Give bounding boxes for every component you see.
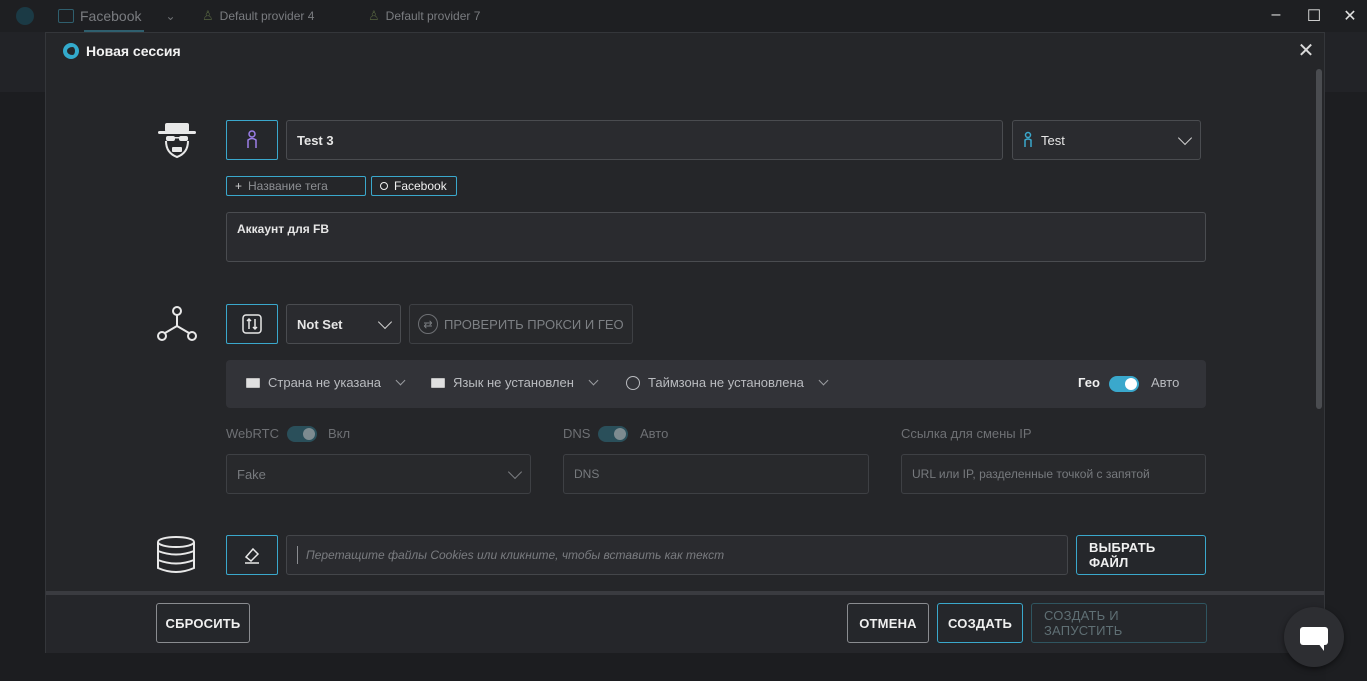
circle-icon	[380, 182, 388, 190]
ip-change-input[interactable]: URL или IP, разделенные точкой с запятой	[901, 454, 1206, 494]
dialog-logo-icon	[63, 43, 79, 59]
ip-change-placeholder: URL или IP, разделенные точкой с запятой	[912, 467, 1150, 481]
toggle-knob	[303, 428, 315, 440]
background-panel	[1326, 92, 1367, 681]
app-titlebar: Facebook ⌄ ♙ Default provider 4 ♙ Defaul…	[0, 0, 1367, 32]
scrollbar-thumb[interactable]	[1316, 69, 1322, 409]
provider-value: Test	[1041, 132, 1065, 148]
maximize-button[interactable]: ☐	[1302, 6, 1326, 26]
tab-label: Facebook	[80, 8, 142, 24]
chevron-down-icon	[395, 375, 406, 386]
add-tag-input[interactable]: + Название тега	[226, 176, 366, 196]
chevron-down-icon	[507, 464, 523, 479]
person-icon: ♙	[202, 8, 214, 23]
provider-select[interactable]: Test	[1012, 120, 1201, 160]
proxy-icon-button[interactable]	[226, 304, 278, 344]
chevron-down-icon[interactable]: ⌄	[165, 9, 175, 23]
webrtc-value: Fake	[237, 466, 266, 482]
cookies-placeholder: Перетащите файлы Cookies или кликните, ч…	[306, 548, 725, 562]
webrtc-toggle[interactable]	[287, 426, 317, 442]
geo-settings-bar: Страна не указана Язык не установлен Тай…	[226, 360, 1206, 408]
browser-window-icon	[58, 9, 74, 23]
toggle-knob	[614, 428, 626, 440]
tab-facebook[interactable]: Facebook ⌄	[58, 6, 176, 32]
tag-chip[interactable]: Facebook	[371, 176, 457, 196]
plus-icon: +	[235, 179, 243, 193]
tag-placeholder: Название тега	[248, 179, 328, 193]
language-select[interactable]: Язык не установлен	[431, 375, 599, 390]
dns-toggle[interactable]	[598, 426, 628, 442]
webrtc-select[interactable]: Fake	[226, 454, 531, 494]
country-select[interactable]: Страна не указана	[246, 375, 406, 390]
chat-icon-tail	[1318, 643, 1324, 651]
swap-arrows-icon	[242, 314, 262, 334]
support-chat-button[interactable]	[1284, 607, 1344, 667]
create-button[interactable]: СОЗДАТЬ	[937, 603, 1023, 643]
close-icon[interactable]: ✕	[1296, 38, 1316, 63]
chevron-down-icon	[1177, 130, 1193, 145]
clock-icon	[626, 375, 640, 390]
dialog-footer: СБРОСИТЬ ОТМЕНА СОЗДАТЬ СОЗДАТЬ И ЗАПУСТ…	[46, 591, 1324, 653]
session-name-value: Test 3	[297, 132, 334, 148]
network-nodes-icon	[156, 306, 198, 347]
cookies-input[interactable]: Перетащите файлы Cookies или кликните, ч…	[286, 535, 1068, 575]
scrollbar[interactable]	[1316, 69, 1322, 589]
swap-icon: ⇄	[418, 314, 438, 334]
person-icon: ♙	[368, 8, 380, 23]
auto-label: Авто	[1151, 375, 1180, 390]
geo-label: Гео	[1078, 375, 1100, 390]
database-icon	[156, 536, 196, 579]
reset-button[interactable]: СБРОСИТЬ	[156, 603, 250, 643]
ip-change-label: Ссылка для смены IP	[901, 426, 1032, 441]
tab-label: Default provider 4	[219, 9, 315, 23]
geo-auto-toggle[interactable]	[1109, 376, 1139, 392]
session-name-input[interactable]: Test 3	[286, 120, 1003, 160]
proxy-type-value: Not Set	[297, 316, 343, 332]
check-proxy-label: ПРОВЕРИТЬ ПРОКСИ И ГЕО	[444, 316, 624, 332]
tag-label: Facebook	[394, 179, 447, 193]
person-icon	[247, 130, 257, 148]
dialog-title: Новая сессия	[86, 43, 181, 59]
minimize-button[interactable]: –	[1264, 6, 1288, 24]
proxy-type-select[interactable]: Not Set	[286, 304, 401, 344]
close-window-button[interactable]: ✕	[1338, 6, 1362, 26]
dns-placeholder: DNS	[574, 467, 600, 481]
profile-icon-button[interactable]	[226, 120, 278, 160]
tab-default-provider-4[interactable]: ♙ Default provider 4	[202, 6, 314, 26]
dns-input[interactable]: DNS	[563, 454, 869, 494]
note-textarea[interactable]: Аккаунт для FB	[226, 212, 1206, 262]
eraser-icon	[244, 547, 260, 564]
person-icon	[1024, 131, 1032, 147]
cookies-clear-button[interactable]	[226, 535, 278, 575]
webrtc-state: Вкл	[328, 426, 351, 441]
flag-icon	[246, 377, 260, 388]
text-cursor	[297, 546, 298, 564]
create-and-run-button[interactable]: СОЗДАТЬ И ЗАПУСТИТЬ	[1031, 603, 1207, 643]
chevron-down-icon	[588, 375, 599, 386]
tab-label: Default provider 7	[385, 9, 481, 23]
language-label: Язык не установлен	[453, 375, 574, 390]
dns-label: DNS	[563, 426, 591, 441]
country-label: Страна не указана	[268, 375, 382, 390]
cancel-button[interactable]: ОТМЕНА	[847, 603, 929, 643]
timezone-select[interactable]: Таймзона не установлена	[626, 375, 829, 390]
check-proxy-button[interactable]: ⇄ ПРОВЕРИТЬ ПРОКСИ И ГЕО	[409, 304, 633, 344]
flag-icon	[431, 377, 445, 388]
new-session-dialog: Новая сессия ✕ Test 3 Test + Название те…	[45, 32, 1325, 653]
incognito-avatar-icon	[156, 119, 198, 166]
toggle-knob	[1125, 378, 1137, 390]
choose-file-button[interactable]: ВЫБРАТЬ ФАЙЛ	[1076, 535, 1206, 575]
app-logo-icon	[16, 7, 34, 25]
timezone-label: Таймзона не установлена	[648, 375, 804, 390]
dns-state: Авто	[640, 426, 669, 441]
chevron-down-icon	[377, 314, 393, 329]
webrtc-label: WebRTC	[226, 426, 279, 441]
tab-default-provider-7[interactable]: ♙ Default provider 7	[368, 6, 480, 26]
note-value: Аккаунт для FB	[237, 222, 330, 236]
chevron-down-icon	[818, 375, 829, 386]
